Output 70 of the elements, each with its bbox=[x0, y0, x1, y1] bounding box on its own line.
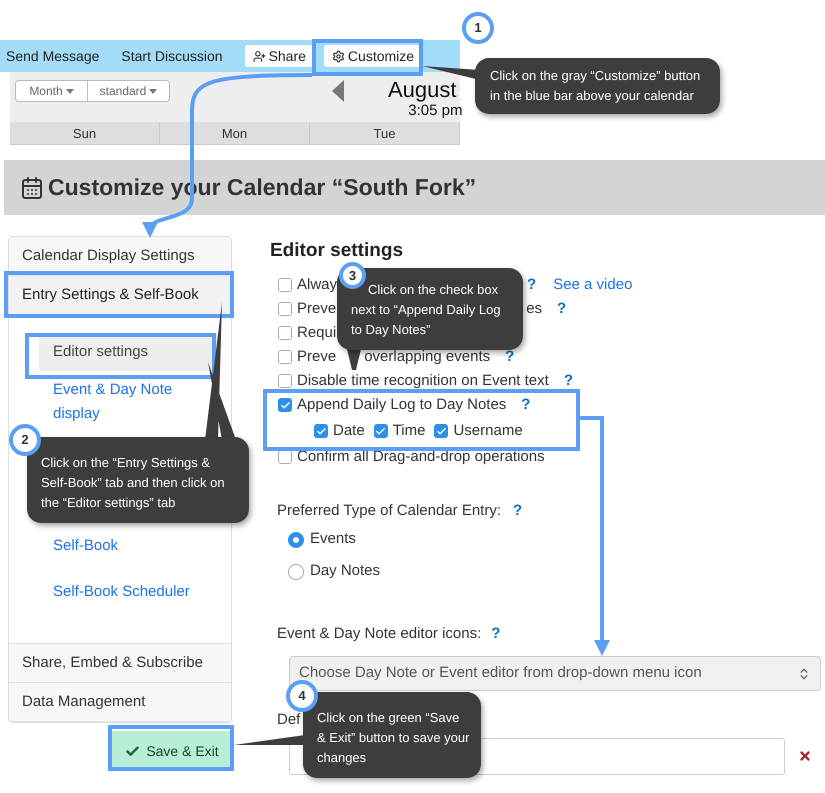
view-dropdown[interactable]: standard bbox=[88, 80, 170, 102]
sidebar-subtab[interactable]: Self-Book Scheduler bbox=[39, 573, 219, 611]
option-label: Requi bbox=[297, 322, 336, 343]
checkbox[interactable] bbox=[278, 398, 292, 412]
video-link[interactable]: See a video bbox=[553, 274, 632, 296]
weekday-header: Mon bbox=[160, 122, 310, 145]
checkbox[interactable] bbox=[278, 374, 292, 388]
checkbox[interactable] bbox=[434, 424, 448, 438]
checkbox[interactable] bbox=[278, 278, 292, 292]
field-label: Def bbox=[277, 710, 300, 730]
toolbar-link[interactable]: Send Message bbox=[6, 46, 100, 66]
sidebar-tab[interactable]: Entry Settings & Self-Book bbox=[9, 276, 231, 315]
option-label: Disable time recognition on Event text bbox=[297, 370, 549, 391]
option-label: Time bbox=[392, 420, 426, 441]
checkbox[interactable] bbox=[278, 350, 292, 364]
checkbox[interactable] bbox=[278, 450, 292, 464]
option-label: Append Daily Log to Day Notes bbox=[297, 394, 506, 415]
help-link[interactable]: ? bbox=[521, 396, 530, 413]
option-label: Alway bbox=[297, 274, 338, 295]
option-label: Username bbox=[453, 420, 523, 441]
month-title: August bbox=[388, 77, 456, 103]
option-label: overlapping events bbox=[364, 346, 490, 367]
current-time: 3:05 pm bbox=[408, 103, 462, 119]
option-label: Date bbox=[333, 420, 365, 441]
help-link[interactable]: ? bbox=[527, 276, 536, 293]
editor-select[interactable]: Choose Day Note or Event editor from drop-down menu icon bbox=[289, 656, 821, 691]
help-link[interactable]: ? bbox=[505, 348, 514, 365]
toolbar-link[interactable]: Start Discussion bbox=[121, 46, 223, 66]
gear-icon bbox=[332, 50, 345, 62]
option-label: Preve bbox=[297, 346, 336, 367]
checkbox[interactable] bbox=[374, 424, 388, 438]
field-label: Event & Day Note editor icons: bbox=[277, 624, 482, 644]
radio-button[interactable] bbox=[288, 564, 304, 580]
radio-label: Events bbox=[310, 529, 356, 550]
sidebar-subtab[interactable]: Self-Book bbox=[39, 527, 219, 565]
option-label: Confirm all Drag-and-drop operations bbox=[297, 446, 545, 467]
caret-icon bbox=[149, 88, 158, 94]
user-plus-icon bbox=[252, 50, 266, 62]
check-icon bbox=[375, 426, 386, 436]
section-heading: Editor settings bbox=[270, 239, 404, 263]
help-link[interactable]: ? bbox=[564, 372, 573, 389]
delete-icon[interactable] bbox=[798, 749, 812, 763]
check-icon bbox=[436, 426, 447, 436]
calendar-icon bbox=[20, 176, 44, 200]
radio-label: Day Notes bbox=[310, 561, 380, 582]
help-link[interactable]: ? bbox=[513, 500, 522, 522]
callout: Click on the “Entry Settings & Self-Book” tab and then click on the “Editor settings” tab bbox=[27, 437, 249, 523]
help-link[interactable]: ? bbox=[557, 300, 566, 317]
field-label: Preferred Type of Calendar Entry: bbox=[277, 501, 502, 521]
previous-icon[interactable] bbox=[332, 80, 344, 102]
option-label: es bbox=[526, 298, 542, 319]
caret-icon bbox=[66, 88, 74, 94]
checkbox[interactable] bbox=[278, 302, 292, 316]
weekday-header: Sun bbox=[10, 122, 160, 145]
callout: Click on the gray “Customize” button in the blue bar above your calendar bbox=[475, 58, 720, 114]
callout-pointer bbox=[234, 735, 305, 745]
check-icon bbox=[125, 744, 140, 758]
check-icon bbox=[316, 426, 326, 436]
checkbox[interactable] bbox=[314, 424, 328, 438]
weekday-header: Tue bbox=[310, 122, 460, 145]
help-link[interactable]: ? bbox=[491, 622, 500, 645]
step-badge: 1 bbox=[462, 12, 494, 44]
radio-button[interactable] bbox=[288, 532, 304, 548]
view-dropdown[interactable]: Month bbox=[15, 80, 88, 102]
sidebar-tab[interactable]: Calendar Display Settings bbox=[9, 237, 231, 276]
checkbox[interactable] bbox=[278, 326, 292, 340]
step-badge: 3 bbox=[339, 262, 366, 289]
option-label: Preve bbox=[297, 298, 336, 319]
check-icon bbox=[280, 400, 290, 410]
toolbar-button[interactable]: Share bbox=[244, 45, 314, 67]
